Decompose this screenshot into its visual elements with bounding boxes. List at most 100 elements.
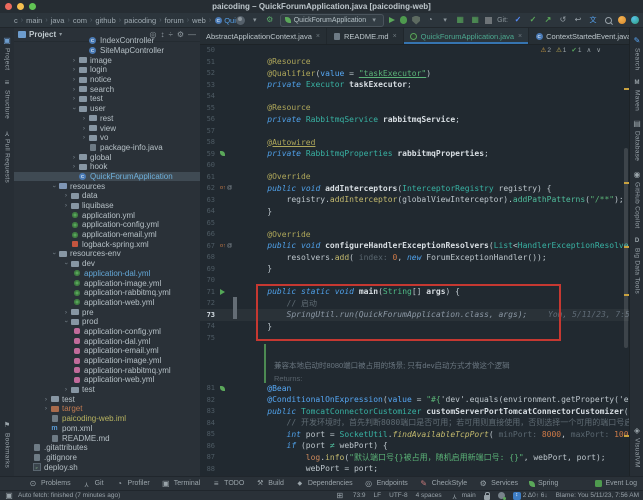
editor-line-81[interactable]: 81 @Bean xyxy=(200,383,629,395)
tree-row-data[interactable]: › data xyxy=(14,191,200,201)
editor-line-65[interactable]: 65 xyxy=(200,217,629,229)
tool-window-button-git[interactable]: Git xyxy=(82,479,104,489)
tree-expand-arrow[interactable]: › xyxy=(70,95,78,102)
tool-window-button-checkstyle[interactable]: CheckStyle xyxy=(419,479,467,489)
tree-collapse-arrow[interactable]: › xyxy=(51,250,58,258)
tree-row-.gitignore[interactable]: .gitignore xyxy=(14,453,200,463)
editor-line-64[interactable]: 64 } xyxy=(200,206,629,218)
breadcrumb-item-java[interactable]: java xyxy=(51,16,65,25)
tree-row-resources[interactable]: › resources xyxy=(14,181,200,191)
encoding[interactable]: UTF-8 xyxy=(389,492,407,499)
editor-line-69[interactable]: 69 } xyxy=(200,263,629,275)
tree-row-liquibase[interactable]: › liquibase xyxy=(14,201,200,211)
tree-row-QuickForumApplication[interactable]: QuickForumApplication xyxy=(14,171,200,182)
tree-row-application-dal.yml[interactable]: application-dal.yml xyxy=(14,336,200,346)
line-number[interactable]: 50 xyxy=(200,46,218,54)
line-number[interactable]: 71 xyxy=(200,288,218,296)
line-number[interactable]: 54 xyxy=(200,92,218,100)
line-number[interactable]: 83 xyxy=(200,407,218,415)
editor-line-61[interactable]: 61 @Override xyxy=(200,171,629,183)
tree-row-test[interactable]: › test xyxy=(14,385,200,395)
editor-line-84[interactable]: 84 // 开发环境时，首先判断8080端口是否可用；若可用则直接使用，否则选择… xyxy=(200,417,629,429)
line-number[interactable]: 74 xyxy=(200,322,218,330)
tree-row-user[interactable]: › user xyxy=(14,104,200,114)
tool-window-button-endpoints[interactable]: Endpoints xyxy=(364,479,408,489)
overrides-icon[interactable]: o↑ xyxy=(220,185,226,191)
tree-row-prod[interactable]: › prod xyxy=(14,317,200,327)
tool-stripe-item-database[interactable]: Database xyxy=(632,119,642,161)
translate-button[interactable] xyxy=(588,15,598,25)
tree-row-SiteMapController[interactable]: SiteMapController xyxy=(14,46,200,56)
coverage-button[interactable] xyxy=(412,15,421,25)
overrides-icon[interactable]: o↑ xyxy=(220,243,226,249)
tree-row-application-web.yml[interactable]: application-web.yml xyxy=(14,375,200,385)
line-number[interactable]: 65 xyxy=(200,219,218,227)
editor-line-85[interactable]: 85 int port = SocketUtil.findAvailableTc… xyxy=(200,429,629,441)
plugin-grid-1[interactable] xyxy=(455,15,465,25)
tree-collapse-arrow[interactable]: › xyxy=(71,105,78,113)
tree-row-login[interactable]: › login xyxy=(14,65,200,75)
debug-button[interactable] xyxy=(400,16,408,24)
tree-row-application-config.yml[interactable]: application-config.yml xyxy=(14,327,200,337)
git-branch[interactable]: main xyxy=(450,491,476,500)
editor-line-66[interactable]: 66 @Override xyxy=(200,229,629,241)
tool-stripe-item-bookmarks[interactable]: Bookmarks xyxy=(2,421,12,468)
tree-collapse-arrow[interactable]: › xyxy=(63,260,70,268)
tree-row-hook[interactable]: › hook xyxy=(14,162,200,172)
lock-widget[interactable] xyxy=(483,491,490,500)
tree-row-.gitattributes[interactable]: .gitattributes xyxy=(14,443,200,453)
tree-row-application-email.yml[interactable]: application-email.yml xyxy=(14,230,200,240)
line-number[interactable]: 58 xyxy=(200,138,218,146)
editor-line-54[interactable]: 54 xyxy=(200,91,629,103)
editor-line-56[interactable]: 56 private RabbitmqService rabbitmqServi… xyxy=(200,114,629,126)
tree-row-global[interactable]: › global xyxy=(14,152,200,162)
run-line-icon[interactable] xyxy=(220,288,225,295)
tool-window-button-spring[interactable]: Spring xyxy=(529,480,558,487)
editor-line-59[interactable]: 59 private RabbitmqProperties rabbitmqPr… xyxy=(200,148,629,160)
setup-icon[interactable] xyxy=(265,15,275,25)
tree-row-application-image.yml[interactable]: application-image.yml xyxy=(14,278,200,288)
tree-row-application-web.yml[interactable]: application-web.yml xyxy=(14,298,200,308)
tree-expand-arrow[interactable]: › xyxy=(80,125,88,132)
breadcrumb-item-paicoding[interactable]: paicoding xyxy=(124,16,156,25)
line-number[interactable]: 70 xyxy=(200,276,218,284)
tab-QuickForumApplication.java[interactable]: QuickForumApplication.java × xyxy=(403,28,530,44)
tree-expand-arrow[interactable]: › xyxy=(62,309,70,316)
line-number[interactable]: 84 xyxy=(200,419,218,427)
editor-line-72[interactable]: 72 // 启动 xyxy=(200,298,629,310)
line-number[interactable]: 51 xyxy=(200,58,218,66)
line-number[interactable]: 68 xyxy=(200,253,218,261)
line-number[interactable]: 67 xyxy=(200,242,218,250)
user-avatar[interactable] xyxy=(235,15,245,25)
editor-line-74[interactable]: 74 } xyxy=(200,321,629,333)
spring-bean-icon[interactable] xyxy=(220,385,225,391)
line-number[interactable]: 75 xyxy=(200,334,218,342)
tree-expand-arrow[interactable]: › xyxy=(42,396,50,403)
line-number[interactable]: 82 xyxy=(200,396,218,404)
tool-stripe-item-pull-requests[interactable]: Pull Requests xyxy=(2,127,12,183)
editor-scrollbar-thumb[interactable] xyxy=(624,148,628,348)
line-number[interactable]: 55 xyxy=(200,104,218,112)
tree-expand-arrow[interactable]: › xyxy=(42,405,50,412)
tree-row-test[interactable]: › test xyxy=(14,94,200,104)
tool-stripe-item-github-copilot[interactable]: GitHub Copilot xyxy=(632,170,642,228)
update-project-button[interactable] xyxy=(513,15,523,25)
line-number[interactable]: 72 xyxy=(200,299,218,307)
toolwindow-switcher-icon[interactable] xyxy=(4,491,14,500)
rollback-button[interactable] xyxy=(573,15,583,25)
breadcrumb-item-github[interactable]: github xyxy=(95,16,115,25)
tool-window-button-dependencies[interactable]: Dependencies xyxy=(295,479,353,489)
tree-expand-arrow[interactable]: › xyxy=(70,57,78,64)
editor-line-75[interactable]: 75 xyxy=(200,332,629,344)
line-number[interactable]: 52 xyxy=(200,69,218,77)
tree-expand-arrow[interactable]: › xyxy=(70,163,78,170)
profiler-button-dropdown[interactable] xyxy=(440,15,450,25)
close-tab-icon[interactable]: × xyxy=(518,33,522,40)
tree-row-application.yml[interactable]: application.yml xyxy=(14,210,200,220)
breadcrumb-item-com[interactable]: com xyxy=(73,16,87,25)
tree-row-pre[interactable]: › pre xyxy=(14,307,200,317)
tree-row-vo[interactable]: › vo xyxy=(14,133,200,143)
project-tree[interactable]: IndexControllerSiteMapController › image › l… xyxy=(14,36,200,476)
tool-window-button-problems[interactable]: Problems xyxy=(28,479,71,489)
ide-widget-icon[interactable] xyxy=(335,491,345,500)
